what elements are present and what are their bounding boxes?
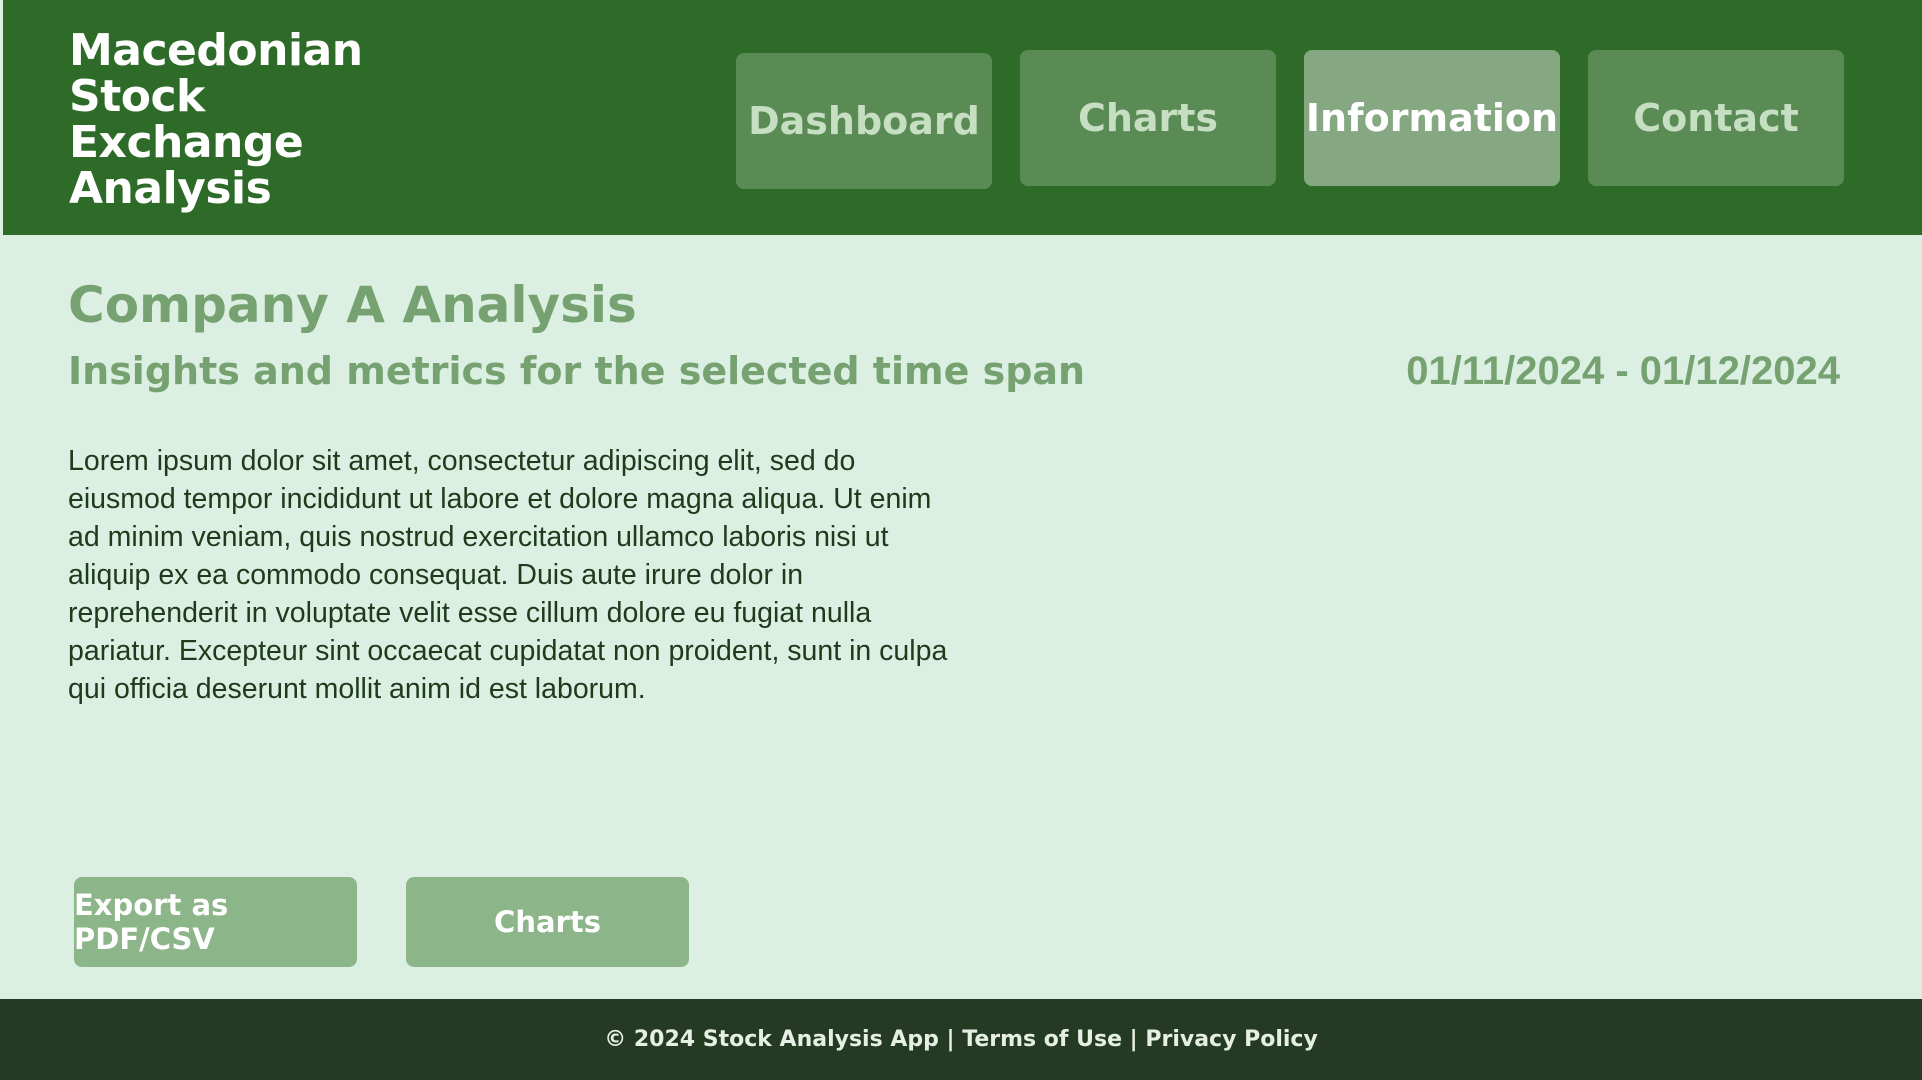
date-range: 01/11/2024 - 01/12/2024 [1406, 349, 1840, 393]
brand-line: Macedonian [69, 25, 363, 76]
footer: © 2024 Stock Analysis App | Terms of Use… [0, 999, 1922, 1080]
terms-link[interactable]: Terms of Use [962, 1027, 1122, 1052]
brand-line: Analysis [69, 163, 272, 214]
app-root: Macedonian Stock Exchange Analysis Dashb… [0, 0, 1922, 1080]
nav-charts-button[interactable]: Charts [1020, 50, 1276, 186]
nav-information-label: Information [1305, 96, 1559, 140]
nav-dashboard-label: Dashboard [748, 99, 980, 143]
export-button-label: Export as PDF/CSV [74, 888, 229, 956]
footer-separator: | [938, 1027, 963, 1052]
privacy-link[interactable]: Privacy Policy [1145, 1027, 1317, 1052]
brand-line: Exchange [69, 117, 304, 168]
charts-button[interactable]: Charts [406, 877, 689, 967]
main-content: Company A Analysis Insights and metrics … [0, 235, 1922, 999]
footer-separator: | [1122, 1027, 1146, 1052]
brand-line: Stock [69, 71, 205, 122]
analysis-description: Lorem ipsum dolor sit amet, consectetur … [68, 445, 948, 705]
nav-contact-button[interactable]: Contact [1588, 50, 1844, 186]
nav-dashboard-button[interactable]: Dashboard [736, 53, 992, 189]
nav-charts-label: Charts [1077, 96, 1219, 140]
header: Macedonian Stock Exchange Analysis Dashb… [0, 0, 1922, 235]
charts-button-label: Charts [494, 905, 601, 939]
nav-contact-label: Contact [1633, 96, 1799, 140]
nav-information-button[interactable]: Information [1304, 50, 1560, 186]
brand-logo[interactable]: Macedonian Stock Exchange Analysis [69, 28, 369, 212]
page-title: Company A Analysis [68, 276, 637, 334]
export-button[interactable]: Export as PDF/CSV [74, 877, 357, 967]
footer-copyright: © 2024 Stock Analysis App [604, 1027, 939, 1052]
page-subtitle: Insights and metrics for the selected ti… [68, 349, 1086, 393]
